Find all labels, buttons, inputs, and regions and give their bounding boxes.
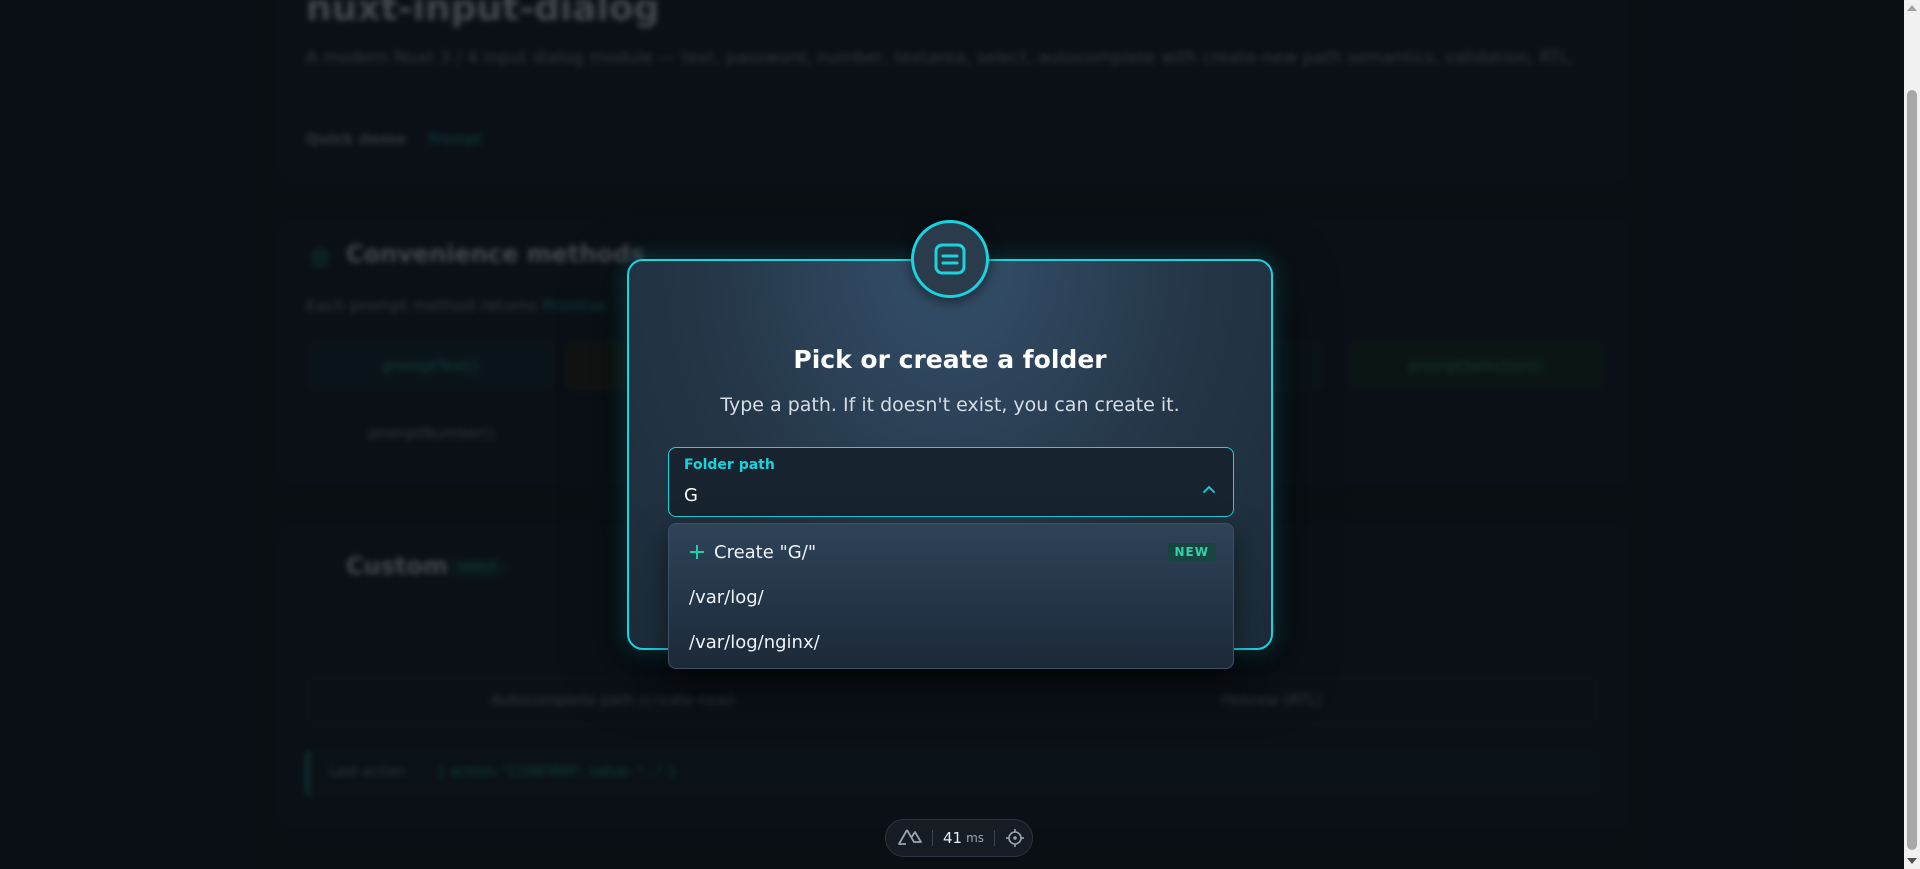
- render-time-unit: ms: [966, 831, 985, 845]
- render-time-value: 41: [943, 829, 963, 847]
- create-folder-option[interactable]: Create "G/" NEW: [669, 530, 1235, 574]
- chevron-up-icon[interactable]: [1203, 478, 1215, 497]
- scroll-thumb[interactable]: [1907, 90, 1917, 850]
- create-option-label: Create "G/": [714, 541, 817, 563]
- folder-option-label: /var/log/: [689, 586, 764, 608]
- autocomplete-dropdown: Create "G/" NEW /var/log/ /var/log/nginx…: [668, 523, 1234, 669]
- dialog-title: Pick or create a folder: [793, 345, 1107, 374]
- folder-option[interactable]: /var/log/: [669, 575, 1235, 619]
- document-lines-icon: [911, 220, 989, 298]
- folder-option-label: /var/log/nginx/: [689, 631, 820, 653]
- devbar-separator: [932, 830, 933, 846]
- folder-path-field[interactable]: Folder path: [668, 447, 1234, 517]
- folder-path-input[interactable]: [684, 483, 1164, 507]
- target-icon[interactable]: [1005, 828, 1025, 848]
- page-scrollbar[interactable]: [1904, 0, 1920, 869]
- folder-option[interactable]: /var/log/nginx/: [669, 620, 1235, 664]
- nuxt-logo-icon[interactable]: [898, 828, 922, 848]
- new-badge: NEW: [1167, 543, 1216, 561]
- plus-icon: [690, 545, 704, 559]
- folder-path-label: Folder path: [684, 457, 775, 473]
- dialog-subtitle: Type a path. If it doesn't exist, you ca…: [720, 394, 1180, 416]
- scroll-up-arrow-icon[interactable]: [1904, 0, 1920, 16]
- scroll-down-arrow-icon[interactable]: [1904, 853, 1920, 869]
- devbar-separator: [994, 830, 996, 846]
- devtools-bar[interactable]: 41 ms: [885, 819, 1033, 857]
